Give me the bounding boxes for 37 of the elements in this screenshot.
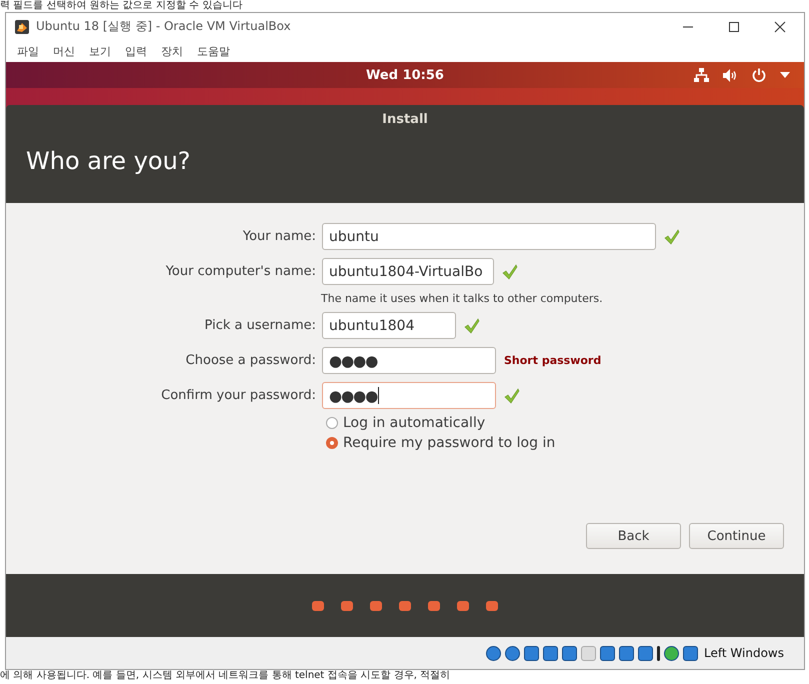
field-label: Confirm your password:	[160, 388, 316, 403]
field-label: Your computer's name:	[164, 264, 316, 279]
document-text: 력 필드를 선택하여 원하는 값으로 지정할 수 있습니다	[0, 0, 242, 12]
close-icon[interactable]	[774, 20, 786, 32]
continue-button[interactable]: Continue	[689, 523, 784, 549]
host-key-label: Left Windows	[704, 646, 784, 660]
menu-item[interactable]: 도움말	[190, 44, 237, 58]
dialog-title: Install	[382, 112, 428, 127]
window-title: Ubuntu 18 [실행 중] - Oracle VM VirtualBox	[36, 18, 291, 35]
field-label: Your name:	[242, 229, 316, 244]
menu-item[interactable]: 보기	[82, 44, 118, 58]
speaker-icon[interactable]	[723, 68, 738, 82]
power-icon[interactable]	[752, 68, 766, 82]
radio-label[interactable]: Log in automatically	[343, 415, 486, 431]
radio-button[interactable]	[326, 437, 338, 449]
field-label: Choose a password:	[184, 353, 316, 368]
menu-item[interactable]: 파일	[10, 44, 46, 58]
page-heading: Who are you?	[26, 147, 192, 175]
clock[interactable]: Wed 10:56	[366, 68, 444, 82]
app-icon	[14, 18, 30, 34]
password-field[interactable]: ●●●●	[322, 382, 496, 409]
caret-icon[interactable]	[780, 72, 790, 78]
menu-item[interactable]: 머신	[46, 44, 82, 58]
field-label: Pick a username:	[204, 318, 316, 333]
document-text: 에 의해 사용됩니다. 예를 들면, 시스템 외부에서 네트워크를 통해 telnet 접속을 시도할 경우, 적절히	[0, 670, 450, 682]
password-field[interactable]: ●●●●	[322, 347, 496, 374]
input-field[interactable]: ubuntu1804	[322, 312, 456, 339]
hint-text: The name it uses when it talks to other computers.	[321, 292, 603, 305]
back-button[interactable]: Back	[586, 523, 681, 549]
input-field[interactable]: ubuntu	[322, 223, 656, 250]
radio-button[interactable]	[326, 417, 338, 429]
menu-item[interactable]: 입력	[118, 44, 154, 58]
maximize-icon[interactable]	[728, 20, 740, 32]
input-field[interactable]: ubuntu1804-VirtualBo	[322, 258, 494, 285]
menu-item[interactable]: 장치	[154, 44, 190, 58]
radio-label[interactable]: Require my password to log in	[343, 435, 556, 451]
warning-text: Short password	[504, 354, 602, 367]
